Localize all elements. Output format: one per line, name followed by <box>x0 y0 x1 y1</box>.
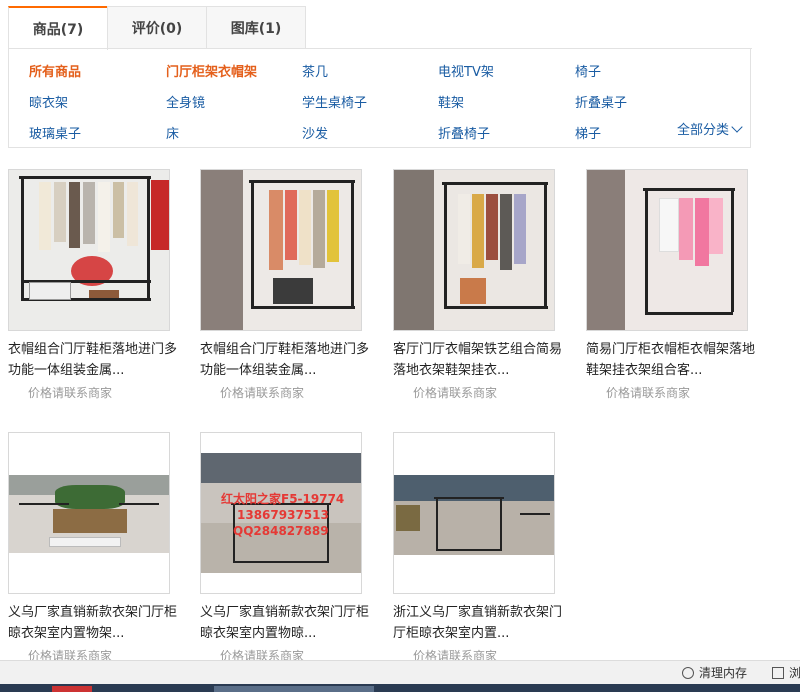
status-right-button[interactable]: 浏 <box>772 664 800 681</box>
category-folding-table[interactable]: 折叠桌子 <box>575 92 627 111</box>
product-card[interactable]: 客厅门厅衣帽架铁艺组合简易 落地衣架鞋架挂衣... 价格请联系商家 <box>393 169 563 401</box>
category-folding-chair[interactable]: 折叠椅子 <box>438 123 490 142</box>
clear-memory-label: 清理内存 <box>699 666 748 680</box>
product-image[interactable] <box>393 432 555 594</box>
category-chair[interactable]: 椅子 <box>575 61 601 80</box>
product-title-line1: 简易门厅柜衣帽柜衣帽架落地 <box>586 342 756 357</box>
product-title-line1: 客厅门厅衣帽架铁艺组合简易 <box>393 342 563 357</box>
image-watermark-line3: QQ284827889 <box>233 524 329 538</box>
product-image[interactable] <box>8 432 170 594</box>
product-image[interactable] <box>586 169 748 331</box>
category-tv-stand[interactable]: 电视TV架 <box>438 61 494 80</box>
product-price: 价格请联系商家 <box>606 386 691 400</box>
category-full-mirror[interactable]: 全身镜 <box>166 92 205 111</box>
clear-memory-button[interactable]: 清理内存 <box>682 664 747 681</box>
product-title[interactable]: 简易门厅柜衣帽柜衣帽架落地 鞋架挂衣架组合客... <box>586 339 756 381</box>
all-categories-toggle[interactable]: 全部分类 <box>677 119 743 138</box>
product-title-line2: 晾衣架室内置物晾... <box>200 626 317 641</box>
all-categories-label: 全部分类 <box>677 123 730 138</box>
category-shoe-rack[interactable]: 鞋架 <box>438 92 464 111</box>
product-title[interactable]: 义乌厂家直销新款衣架门厅柜 晾衣架室内置物晾... <box>200 602 370 644</box>
category-sofa[interactable]: 沙发 <box>302 123 328 142</box>
product-title[interactable]: 客厅门厅衣帽架铁艺组合简易 落地衣架鞋架挂衣... <box>393 339 563 381</box>
product-title-line2: 功能一体组装金属... <box>8 363 125 378</box>
product-title[interactable]: 衣帽组合门厅鞋柜落地进门多 功能一体组装金属... <box>8 339 178 381</box>
product-title-line1: 义乌厂家直销新款衣架门厅柜 <box>8 605 178 620</box>
tab-gallery[interactable]: 图库(1) <box>206 6 306 48</box>
product-price: 价格请联系商家 <box>413 386 498 400</box>
product-title[interactable]: 浙江义乌厂家直销新款衣架门 厅柜晾衣架室内置... <box>393 602 563 644</box>
taskbar <box>0 684 800 692</box>
product-image[interactable] <box>8 169 170 331</box>
product-card[interactable]: 义乌厂家直销新款衣架门厅柜 晾衣架室内置物架... 价格请联系商家 <box>8 432 178 664</box>
category-drying-rack[interactable]: 晾衣架 <box>29 92 68 111</box>
category-panel: 所有商品 门厅柜架衣帽架 茶几 电视TV架 椅子 晾衣架 全身镜 学生桌椅子 鞋… <box>8 49 751 148</box>
product-title-line2: 鞋架挂衣架组合客... <box>586 363 703 378</box>
window-icon <box>772 666 784 679</box>
category-coffee-table[interactable]: 茶几 <box>302 61 328 80</box>
product-title-line2: 落地衣架鞋架挂衣... <box>393 363 510 378</box>
product-title-line1: 衣帽组合门厅鞋柜落地进门多 <box>200 342 370 357</box>
product-title[interactable]: 衣帽组合门厅鞋柜落地进门多 功能一体组装金属... <box>200 339 370 381</box>
taskbar-app-button[interactable] <box>52 686 92 692</box>
product-card[interactable]: 衣帽组合门厅鞋柜落地进门多 功能一体组装金属... 价格请联系商家 <box>200 169 370 401</box>
product-title-line2: 厅柜晾衣架室内置... <box>393 626 510 641</box>
tab-products[interactable]: 商品(7) <box>8 6 108 50</box>
product-price: 价格请联系商家 <box>28 386 113 400</box>
taskbar-window-button[interactable] <box>214 686 374 692</box>
product-title-line2: 功能一体组装金属... <box>200 363 317 378</box>
product-price: 价格请联系商家 <box>220 386 305 400</box>
status-right-label: 浏 <box>789 666 800 680</box>
product-card[interactable]: 浙江义乌厂家直销新款衣架门 厅柜晾衣架室内置... 价格请联系商家 <box>393 432 563 664</box>
product-card[interactable]: 简易门厅柜衣帽柜衣帽架落地 鞋架挂衣架组合客... 价格请联系商家 <box>586 169 756 401</box>
tab-reviews[interactable]: 评价(0) <box>107 6 207 48</box>
category-hall-cabinet-coat-rack[interactable]: 门厅柜架衣帽架 <box>166 61 257 80</box>
browser-status-bar: 清理内存 浏 <box>0 660 800 685</box>
product-title-line1: 浙江义乌厂家直销新款衣架门 <box>393 605 563 620</box>
image-watermark-line1: 红太阳之家F5-19774 <box>221 492 345 506</box>
category-glass-table[interactable]: 玻璃桌子 <box>29 123 81 142</box>
chevron-down-icon <box>731 121 743 133</box>
product-card[interactable]: 衣帽组合门厅鞋柜落地进门多 功能一体组装金属... 价格请联系商家 <box>8 169 178 401</box>
tab-bar: 商品(7) 评价(0) 图库(1) <box>8 6 306 50</box>
product-card[interactable]: 红太阳之家F5-19774 13867937513 QQ284827889 义乌… <box>200 432 370 664</box>
product-title-line1: 衣帽组合门厅鞋柜落地进门多 <box>8 342 178 357</box>
product-image[interactable] <box>393 169 555 331</box>
product-title[interactable]: 义乌厂家直销新款衣架门厅柜 晾衣架室内置物架... <box>8 602 178 644</box>
category-student-desk[interactable]: 学生桌椅子 <box>302 92 367 111</box>
product-image[interactable] <box>200 169 362 331</box>
image-watermark-text: 红太阳之家F5-19774 13867937513 QQ284827889 <box>221 491 344 539</box>
category-ladder[interactable]: 梯子 <box>575 123 601 142</box>
product-title-line2: 晾衣架室内置物架... <box>8 626 125 641</box>
product-image[interactable]: 红太阳之家F5-19774 13867937513 QQ284827889 <box>200 432 362 594</box>
image-watermark-line2: 13867937513 <box>237 508 329 522</box>
category-all-products[interactable]: 所有商品 <box>29 61 81 80</box>
refresh-icon <box>682 666 694 679</box>
product-title-line1: 义乌厂家直销新款衣架门厅柜 <box>200 605 370 620</box>
category-bed[interactable]: 床 <box>166 123 179 142</box>
